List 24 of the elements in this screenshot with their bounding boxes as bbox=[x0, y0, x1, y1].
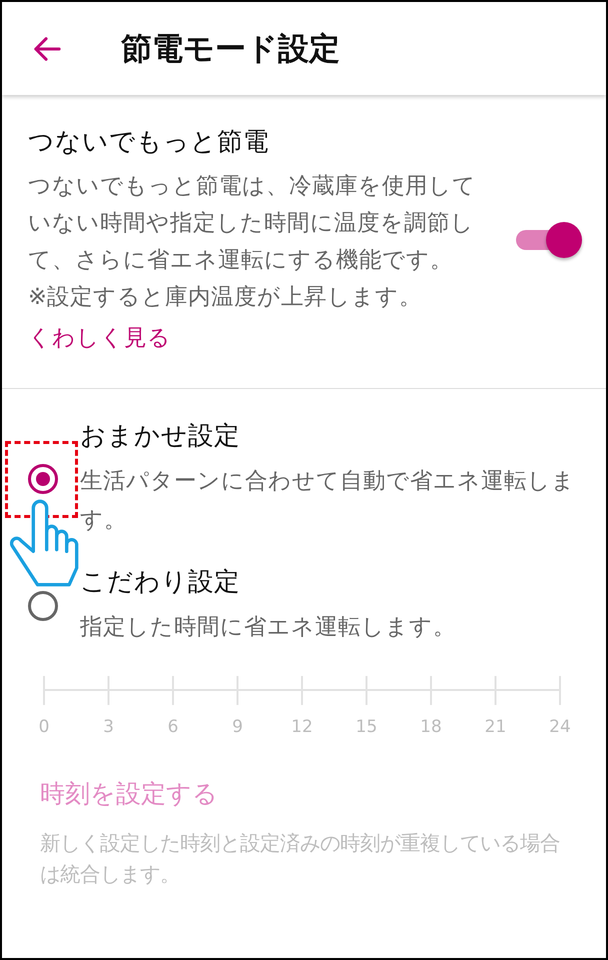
option-description: 指定した時間に省エネ運転します。 bbox=[80, 613, 457, 642]
feature-title: つないでもっと節電 bbox=[28, 126, 269, 159]
timeline-label: 0 bbox=[38, 716, 50, 739]
timeline-label: 12 bbox=[291, 716, 313, 739]
timeline-label: 6 bbox=[168, 716, 178, 739]
schedule-note: 新しく設定した時刻と設定済みの時刻が重複している場合は統合します。 bbox=[40, 830, 561, 888]
timeline-label: 24 bbox=[549, 716, 571, 739]
feature-note: ※設定すると庫内温度が上昇します。 bbox=[28, 283, 422, 312]
option-description: 生活パターンに合わせて自動で省エネ運転します。 bbox=[80, 467, 576, 535]
timeline-label: 3 bbox=[103, 716, 114, 739]
back-arrow-icon bbox=[32, 34, 62, 62]
timeline-label: 18 bbox=[420, 716, 442, 739]
toggle-switch[interactable] bbox=[516, 222, 582, 258]
option-label: おまかせ設定 bbox=[80, 420, 240, 453]
option-label: こだわり設定 bbox=[80, 566, 240, 599]
timeline-label: 15 bbox=[356, 716, 378, 739]
hand-pointer-icon bbox=[10, 498, 80, 588]
details-link[interactable]: くわしく見る bbox=[28, 320, 171, 356]
timeline-label: 21 bbox=[484, 716, 506, 739]
feature-description: つないでもっと節電は、冷蔵庫を使用していない時間や指定した時間に温度を調節して、さらに省エネ運転にする機能です。 bbox=[28, 172, 477, 275]
screen-title: 節電モード設定 bbox=[121, 30, 340, 68]
radio-button[interactable] bbox=[28, 464, 58, 494]
radio-button[interactable] bbox=[28, 590, 58, 620]
timeline-label: 9 bbox=[232, 716, 243, 739]
